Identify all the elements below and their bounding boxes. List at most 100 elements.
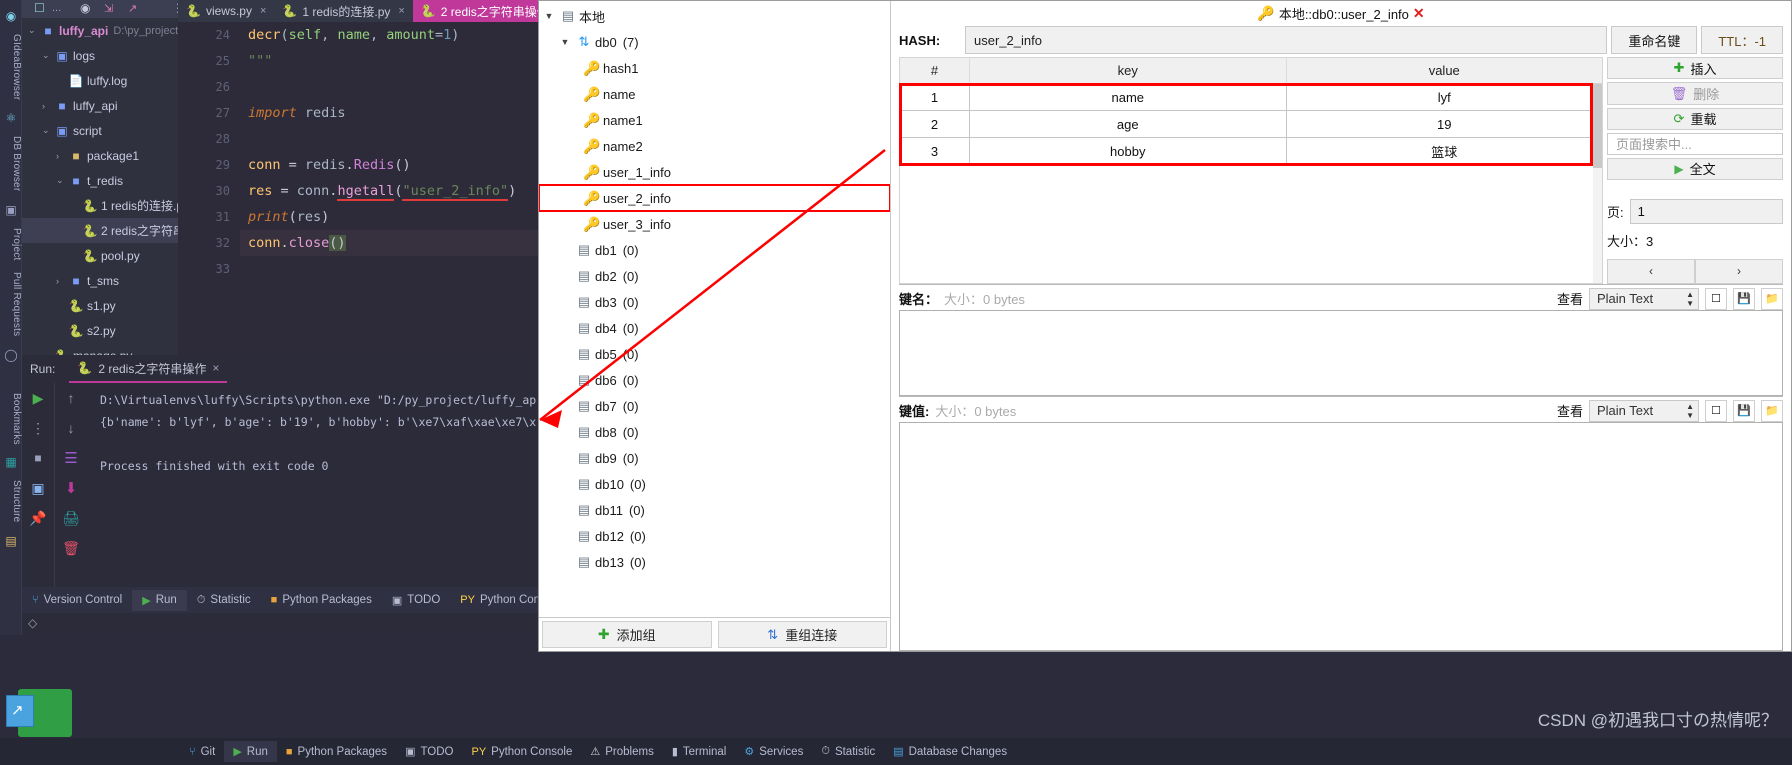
tree-key-name2[interactable]: 🔑 name2 — [539, 133, 890, 159]
chevron-icon[interactable]: ⌄ — [42, 125, 54, 136]
taskbar-item-terminal[interactable]: ▮ Terminal — [663, 741, 736, 762]
bottom-tab-python-packages[interactable]: ■ Python Packages — [261, 590, 382, 610]
chevron-updown-icon[interactable]: ▲ ▼ — [1686, 290, 1694, 308]
tree-key-user_2_info[interactable]: 🔑 user_2_info — [539, 184, 890, 212]
hash-table[interactable]: # key value 1 name lyf 2 age 19 3 hobby 篮球 — [899, 57, 1603, 284]
cell-value[interactable]: lyf — [1286, 84, 1602, 110]
tree-node-db7[interactable]: ▤ db7 (0) — [539, 393, 890, 419]
soft-wrap-icon[interactable]: ☰ — [55, 443, 87, 473]
reconnect-button[interactable]: ⇅ 重组连接 — [717, 621, 887, 648]
diamond-icon[interactable]: ◇ — [28, 616, 37, 630]
tree-node-db6[interactable]: ▤ db6 (0) — [539, 367, 890, 393]
tree-node-db0[interactable]: ▼ ⇅ db0 (7) — [539, 29, 890, 55]
more-tools-icon[interactable]: ... — [52, 2, 61, 14]
column-header-key[interactable]: key — [970, 58, 1287, 83]
tree-node-db9[interactable]: ▤ db9 (0) — [539, 445, 890, 471]
bottom-tab-todo[interactable]: ▣ TODO — [382, 590, 450, 611]
rail-label-bookmarks[interactable]: Bookmarks — [0, 387, 22, 451]
taskbar-item-python-console[interactable]: PY Python Console — [462, 742, 581, 762]
desktop-shortcut-icon[interactable]: ↗ — [6, 685, 72, 737]
tree-node-db1[interactable]: ▤ db1 (0) — [539, 237, 890, 263]
cell-value[interactable]: 篮球 — [1286, 138, 1602, 164]
table-row[interactable]: 2 age 19 — [900, 111, 1602, 138]
code-editor[interactable]: 24 25 26 27 28 29 30 31 32 33 decr(self, name, am… — [178, 22, 540, 363]
page-search-input[interactable]: 页面搜索中... — [1607, 133, 1783, 155]
insert-button[interactable]: ✚ 插入 — [1607, 57, 1783, 80]
bottom-tab-version-control[interactable]: ⑂ Version Control — [22, 590, 132, 610]
cell-key[interactable]: age — [970, 111, 1287, 137]
chevron-icon[interactable]: ⌄ — [56, 175, 68, 186]
tree-key-user_3_info[interactable]: 🔑 user_3_info — [539, 211, 890, 237]
cell-value[interactable]: 19 — [1286, 111, 1602, 137]
table-row[interactable]: 3 hobby 篮球 — [900, 138, 1602, 165]
close-icon[interactable]: × — [212, 361, 219, 375]
redis-tree[interactable]: ▼ ▤ 本地 ▼ ⇅ db0 (7) 🔑 hash1 🔑 name 🔑 name1 🔑 name2 🔑 user… — [539, 1, 890, 617]
tree-node-db12[interactable]: ▤ db12 (0) — [539, 523, 890, 549]
rail-label-gideabrowser[interactable]: GIdeaBrowser — [0, 28, 22, 106]
close-icon[interactable]: × — [260, 5, 266, 17]
scrollbar-thumb[interactable] — [1593, 84, 1602, 168]
editor-tab-bar[interactable]: 🐍 views.py × 🐍 1 redis的连接.py × 🐍 2 redis之字符串操作.… — [178, 0, 588, 22]
structure-icon[interactable]: ▤ — [0, 529, 22, 553]
run-options-icon[interactable]: ⋮ — [22, 413, 54, 443]
taskbar-item-git[interactable]: ⑂ Git — [180, 742, 224, 762]
github-icon[interactable]: ◯ — [0, 343, 22, 367]
next-page-button[interactable]: › — [1695, 258, 1783, 284]
windows-taskbar[interactable]: ⑂ Git ▶ Run ■ Python Packages ▣ TODO PY Python Co… — [0, 738, 1792, 765]
taskbar-item-python-packages[interactable]: ■ Python Packages — [277, 742, 396, 762]
taskbar-item-todo[interactable]: ▣ TODO — [396, 741, 462, 762]
cell-key[interactable]: name — [970, 84, 1287, 110]
tree-key-name[interactable]: 🔑 name — [539, 81, 890, 107]
arrow-up-icon[interactable]: ↑ — [55, 383, 87, 413]
rerun-button[interactable]: ▶ — [22, 383, 54, 413]
chevron-updown-icon[interactable]: ▲ ▼ — [1686, 402, 1694, 420]
bottom-tab-run[interactable]: ▶ Run — [132, 589, 187, 611]
cell-key[interactable]: hobby — [970, 138, 1287, 164]
rename-key-button[interactable]: 重命名键 — [1611, 26, 1698, 54]
table-scrollbar[interactable] — [1593, 84, 1602, 283]
reload-button[interactable]: ⟳ 重载 — [1607, 107, 1783, 131]
editor-tab-1[interactable]: 🐍 1 redis的连接.py × — [274, 0, 412, 22]
taskbar-item-problems[interactable]: ⚠ Problems — [581, 741, 662, 762]
close-icon[interactable]: × — [398, 5, 404, 17]
close-icon[interactable]: ✕ — [1413, 5, 1425, 22]
keyname-editor[interactable] — [899, 310, 1783, 396]
stop-button[interactable]: ■ — [22, 443, 54, 473]
scroll-to-end-icon[interactable]: ⬇ — [55, 473, 87, 503]
prev-page-button[interactable]: ‹ — [1607, 258, 1695, 284]
open-icon[interactable]: 📁 — [1761, 399, 1783, 422]
gidea-browser-icon[interactable]: ◉ — [0, 4, 22, 28]
copy-icon[interactable]: ☐ — [1705, 287, 1727, 310]
layout-button[interactable]: ▣ — [22, 473, 54, 503]
keyvalue-format-select[interactable]: Plain Text ▲ ▼ — [1589, 399, 1699, 422]
copy-icon[interactable]: ☐ — [1705, 399, 1727, 422]
chevron-down-icon[interactable]: ▼ — [541, 11, 557, 21]
hash-table-body[interactable]: 1 name lyf 2 age 19 3 hobby 篮球 — [899, 83, 1603, 284]
taskbar-item-services[interactable]: ⚙ Services — [735, 741, 812, 762]
editor-code-area[interactable]: decr(self, name, amount=1) """ import re… — [240, 22, 540, 363]
editor-tab-0[interactable]: 🐍 views.py × — [178, 0, 274, 22]
chevron-icon[interactable]: › — [56, 276, 68, 286]
tree-node-db2[interactable]: ▤ db2 (0) — [539, 263, 890, 289]
tree-node-db13[interactable]: ▤ db13 (0) — [539, 549, 890, 575]
table-row[interactable]: 1 name lyf — [900, 84, 1602, 111]
rail-label-dbbrowser[interactable]: DB Browser — [0, 130, 22, 197]
delete-button[interactable]: 🗑 删除 — [1607, 82, 1783, 105]
target-icon[interactable]: ◉ — [80, 1, 90, 15]
rail-label-structure[interactable]: Structure — [0, 474, 22, 528]
add-group-button[interactable]: ✚ 添加组 — [542, 621, 712, 648]
chevron-down-icon[interactable]: ⌄ — [28, 25, 40, 36]
tree-node-db3[interactable]: ▤ db3 (0) — [539, 289, 890, 315]
chevron-icon[interactable]: › — [56, 151, 68, 161]
open-icon[interactable]: 📁 — [1761, 287, 1783, 310]
chevron-icon[interactable]: › — [42, 101, 54, 111]
taskbar-item-database-changes[interactable]: ▤ Database Changes — [884, 741, 1016, 762]
tree-node-db10[interactable]: ▤ db10 (0) — [539, 471, 890, 497]
fulltext-search-button[interactable]: ▶ 全文 — [1607, 157, 1783, 180]
column-header-value[interactable]: value — [1287, 58, 1603, 83]
print-icon[interactable]: 🖨 — [55, 503, 87, 533]
keyname-format-select[interactable]: Plain Text ▲ ▼ — [1589, 287, 1699, 310]
chevron-down-icon[interactable]: ▼ — [557, 37, 573, 47]
run-tab[interactable]: 🐍 2 redis之字符串操作 × — [69, 356, 228, 383]
chevron-icon[interactable]: ⌄ — [42, 50, 54, 61]
